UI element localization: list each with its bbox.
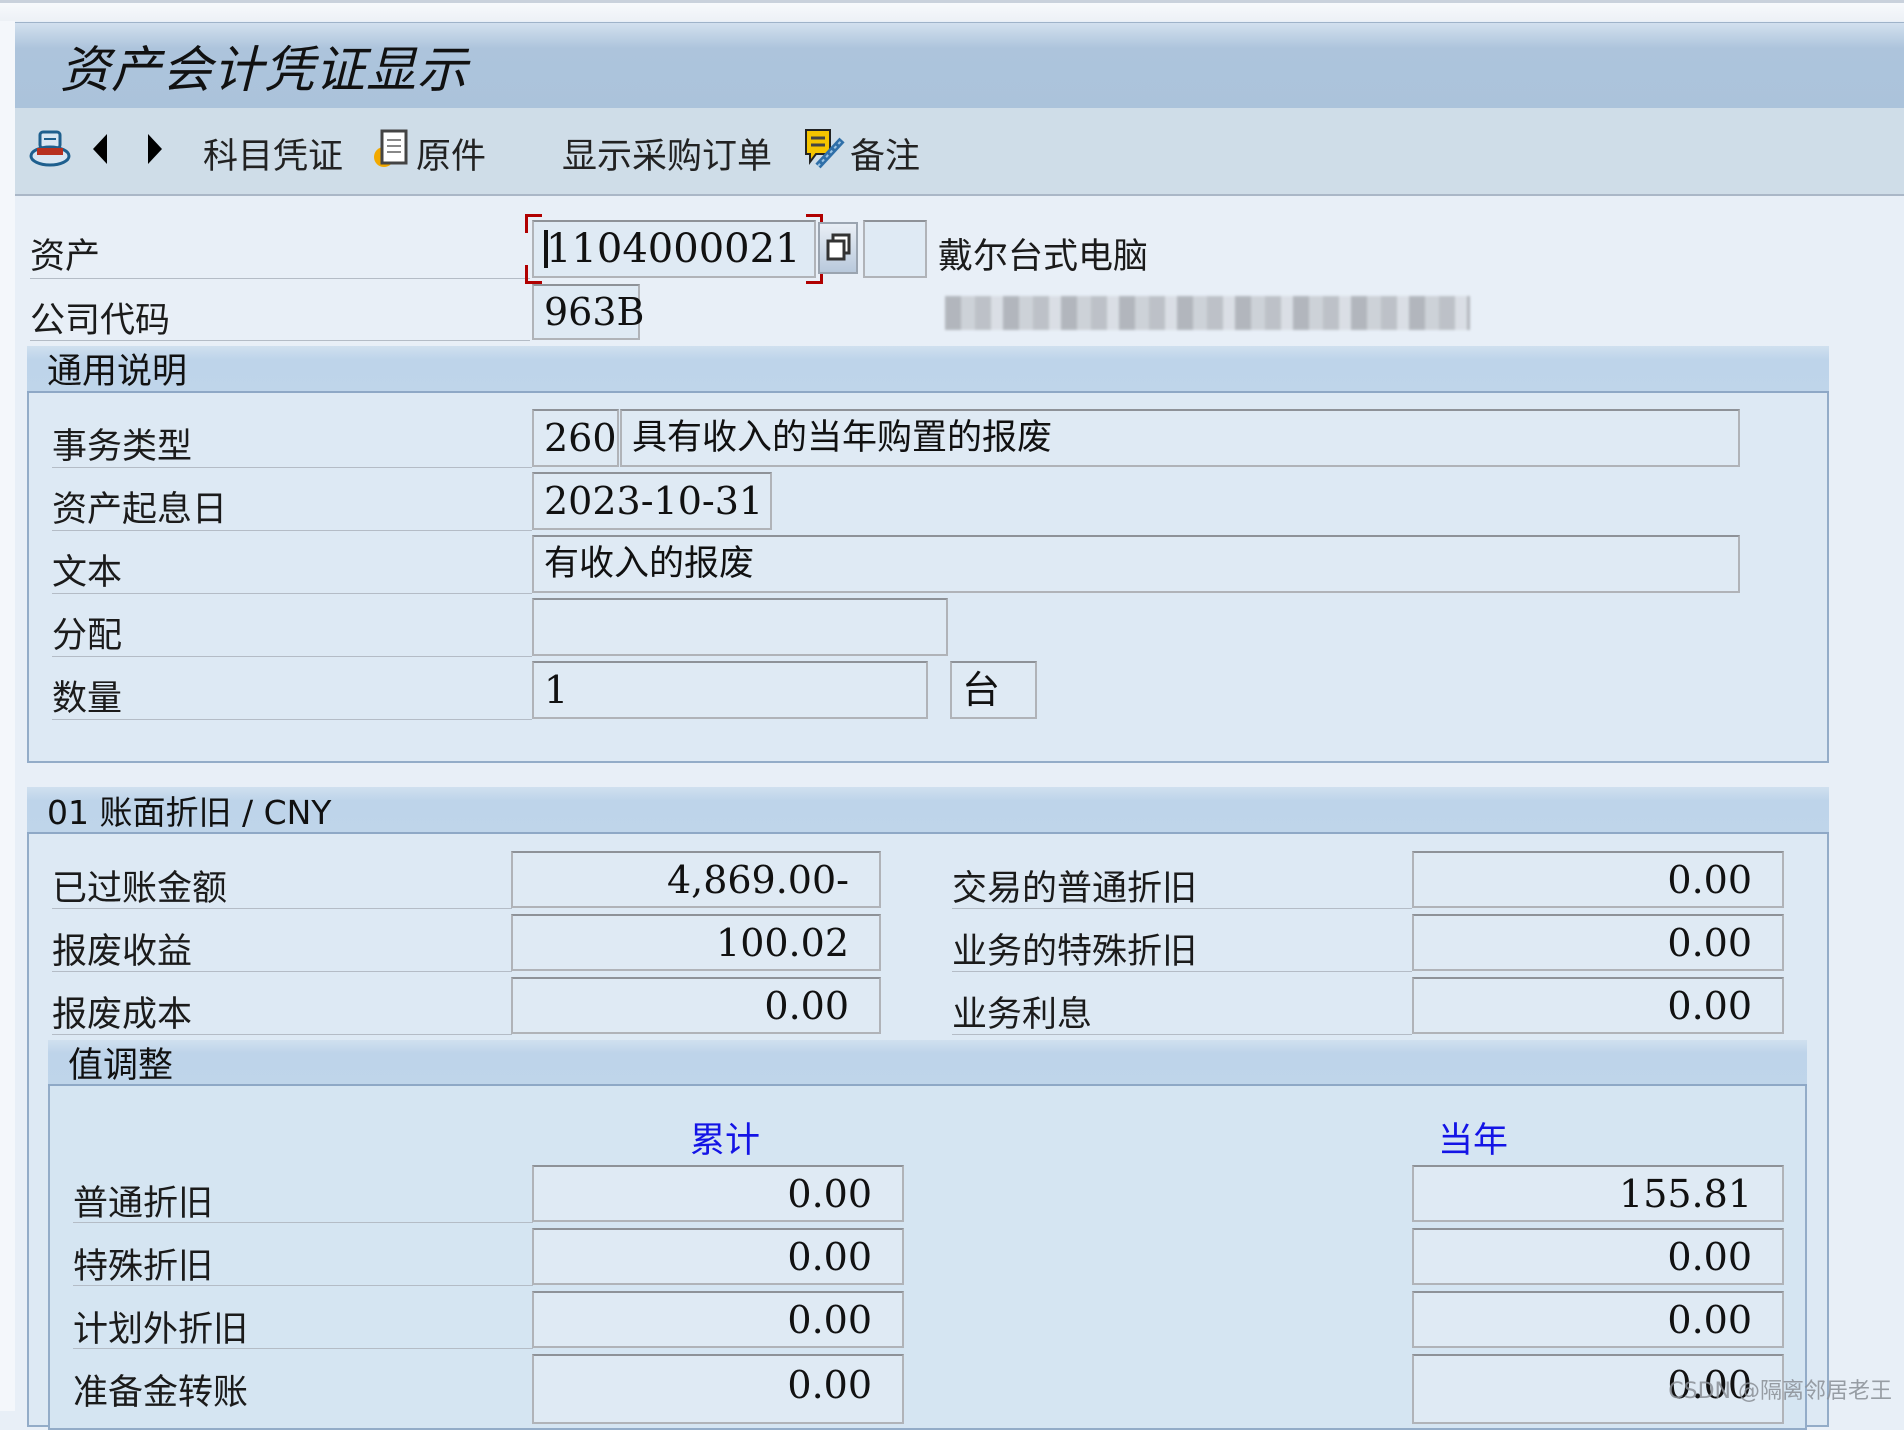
ordinary-depreciation-txn-label: 交易的普通折旧	[952, 869, 1198, 909]
unplanned-depreciation-current-year-field[interactable]: 0.00	[1412, 1291, 1784, 1348]
previous-button[interactable]	[90, 128, 110, 178]
value-date-label: 资产起息日	[52, 490, 228, 530]
company-name-blurred	[945, 296, 1470, 330]
transaction-type-label: 事务类型	[52, 427, 193, 467]
company-code-label: 公司代码	[30, 301, 171, 341]
note-edit-icon	[802, 126, 848, 181]
reserve-transfer-label: 准备金转账	[73, 1373, 249, 1413]
quantity-label: 数量	[52, 679, 123, 719]
document-icon	[372, 127, 414, 180]
ordinary-depreciation-txn-field[interactable]: 0.00	[1412, 851, 1784, 908]
interest-txn-field[interactable]: 0.00	[1412, 977, 1784, 1034]
asset-description: 戴尔台式电脑	[938, 237, 1149, 277]
note-button[interactable]: 备注	[802, 128, 920, 178]
special-depreciation-txn-label: 业务的特殊折旧	[952, 932, 1198, 972]
retirement-cost-field[interactable]: 0.00	[511, 977, 881, 1034]
unplanned-depreciation-cumulative-field[interactable]: 0.00	[532, 1291, 904, 1348]
quantity-field[interactable]: 1	[532, 661, 928, 719]
depreciation-section-title: 01 账面折旧 / CNY	[47, 792, 332, 832]
original-document-label: 原件	[416, 136, 487, 177]
general-section-header: 通用说明	[27, 346, 1829, 393]
left-gutter	[0, 21, 15, 1411]
special-depreciation-label: 特殊折旧	[73, 1247, 214, 1287]
asset-number-input[interactable]: 1104000021	[532, 220, 816, 278]
note-label: 备注	[850, 136, 921, 177]
watermark: CSDN @隔离邻居老王	[1668, 1379, 1892, 1404]
account-document-button[interactable]: 科目凭证	[203, 128, 343, 178]
text-field[interactable]: 有收入的报废	[532, 535, 1740, 593]
previous-icon	[90, 132, 110, 175]
row-divider	[30, 340, 530, 341]
next-button[interactable]	[145, 128, 165, 178]
unit-field[interactable]: 台	[950, 661, 1037, 719]
asset-number-value: 1104000021	[546, 226, 801, 272]
special-depreciation-current-year-field[interactable]: 0.00	[1412, 1228, 1784, 1285]
depreciation-section-header: 01 账面折旧 / CNY	[27, 787, 1829, 834]
company-code-field[interactable]: 963B	[532, 284, 644, 340]
posted-amount-field[interactable]: 4,869.00-	[511, 851, 881, 908]
value-date-field[interactable]: 2023-10-31	[532, 472, 772, 530]
retirement-cost-label: 报废成本	[52, 995, 193, 1035]
ordinary-depreciation-cumulative-field[interactable]: 0.00	[532, 1165, 904, 1222]
ordinary-depreciation-current-year-field[interactable]: 155.81	[1412, 1165, 1784, 1222]
special-depreciation-txn-field[interactable]: 0.00	[1412, 914, 1784, 971]
value-adjustment-header: 值调整	[48, 1040, 1807, 1086]
asset-label: 资产	[30, 237, 101, 277]
row-divider	[73, 1285, 533, 1286]
row-divider	[52, 530, 532, 531]
row-divider	[952, 908, 1412, 909]
account-document-label: 科目凭证	[203, 136, 344, 177]
retirement-revenue-label: 报废收益	[52, 932, 193, 972]
unplanned-depreciation-label: 计划外折旧	[73, 1310, 249, 1350]
row-divider	[52, 467, 532, 468]
posted-amount-label: 已过账金额	[52, 869, 228, 909]
interest-txn-label: 业务利息	[952, 995, 1093, 1035]
row-divider	[52, 719, 532, 720]
reserve-transfer-cumulative-field[interactable]: 0.00	[532, 1354, 904, 1424]
copy-icon	[825, 233, 853, 267]
row-divider	[952, 1034, 1412, 1035]
window-title: 资产会计凭证显示	[60, 41, 468, 99]
row-divider	[30, 278, 530, 279]
cumulative-column-header: 累计	[690, 1121, 761, 1161]
row-divider	[52, 593, 532, 594]
special-depreciation-cumulative-field[interactable]: 0.00	[532, 1228, 904, 1285]
row-divider	[52, 656, 532, 657]
top-strip	[0, 3, 1904, 21]
retirement-revenue-field[interactable]: 100.02	[511, 914, 881, 971]
next-icon	[145, 132, 165, 175]
asset-subnumber-input[interactable]	[863, 220, 927, 278]
display-purchase-order-button[interactable]: 显示采购订单	[562, 128, 772, 178]
assignment-label: 分配	[52, 616, 123, 656]
display-purchase-order-label: 显示采购订单	[562, 136, 773, 177]
row-divider	[52, 971, 512, 972]
copy-button[interactable]	[818, 222, 858, 274]
ordinary-depreciation-label: 普通折旧	[73, 1184, 214, 1224]
current-year-column-header: 当年	[1438, 1121, 1509, 1161]
row-divider	[52, 1034, 512, 1035]
original-document-button[interactable]: 原件	[372, 128, 486, 178]
row-divider	[73, 1348, 533, 1349]
toolbar-hat-button[interactable]	[28, 128, 72, 178]
value-adjustment-title: 值调整	[68, 1045, 174, 1086]
row-divider	[52, 908, 512, 909]
hat-icon	[28, 129, 72, 178]
row-divider	[73, 1222, 533, 1223]
transaction-type-code-field[interactable]: 260	[532, 409, 619, 467]
assignment-field[interactable]	[532, 598, 948, 656]
general-section-title: 通用说明	[47, 352, 188, 392]
transaction-type-text-field[interactable]: 具有收入的当年购置的报废	[620, 409, 1740, 467]
text-label: 文本	[52, 553, 123, 593]
row-divider	[952, 971, 1412, 972]
